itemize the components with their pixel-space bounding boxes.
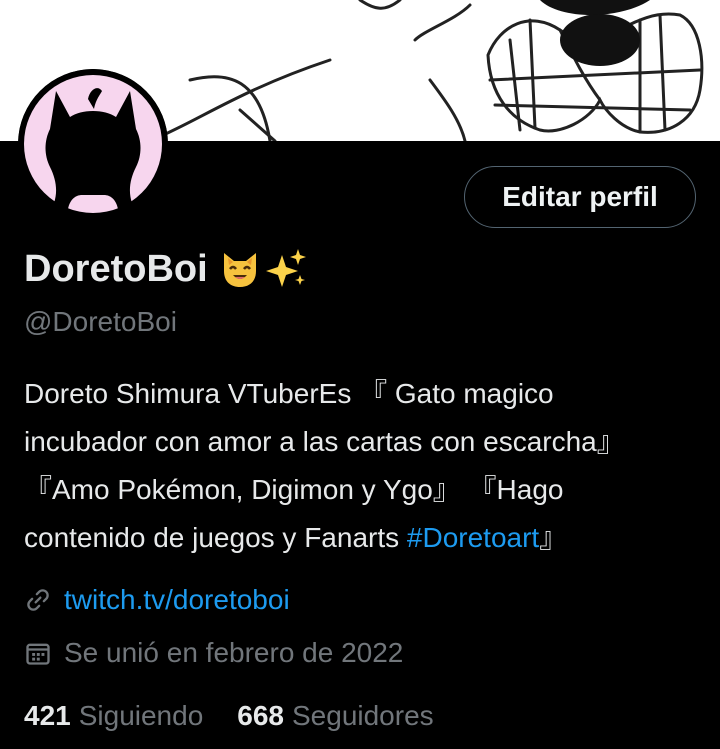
display-name: DoretoBoi	[24, 247, 208, 290]
edit-profile-button[interactable]: Editar perfil	[464, 166, 696, 228]
sparkles-emoji	[265, 249, 306, 287]
profile-bio: Doreto Shimura VTuberEs 『 Gato magico in…	[24, 370, 684, 562]
followers-link[interactable]: 668 Seguidores	[237, 700, 433, 732]
name-emoji-group	[218, 247, 308, 291]
user-handle: @DoretoBoi	[24, 306, 177, 337]
link-icon	[27, 589, 49, 611]
bio-hashtag-link[interactable]: #Doretoart	[407, 522, 539, 553]
following-count: 421	[24, 700, 71, 731]
website-link[interactable]: twitch.tv/doretoboi	[64, 584, 290, 616]
avatar-silhouette-image	[18, 69, 168, 219]
avatar[interactable]	[18, 69, 168, 219]
calendar-icon	[26, 643, 50, 665]
bio-tail: 』	[539, 522, 568, 553]
followers-label: Seguidores	[292, 700, 434, 731]
website-row: twitch.tv/doretoboi	[24, 584, 290, 616]
joined-date-row: Se unió en febrero de 2022	[24, 637, 403, 669]
following-link[interactable]: 421 Siguiendo	[24, 700, 203, 732]
cat-face-emoji	[223, 253, 256, 287]
following-label: Siguiendo	[78, 700, 204, 731]
follow-stats: 421 Siguiendo 668 Seguidores	[24, 700, 434, 732]
display-name-row: DoretoBoi	[24, 247, 308, 291]
followers-count: 668	[237, 700, 284, 731]
joined-date-text: Se unió en febrero de 2022	[64, 637, 404, 668]
